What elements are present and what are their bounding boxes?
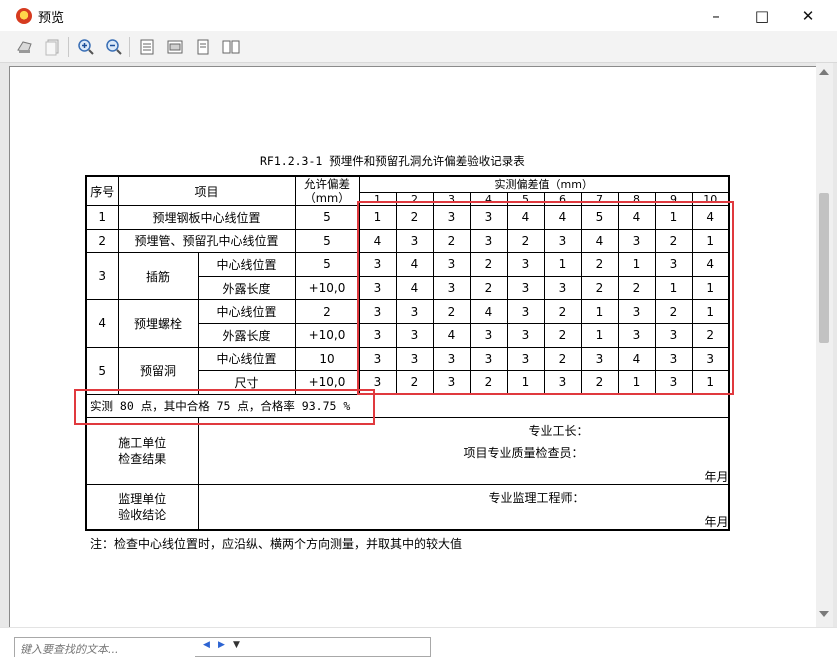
row-tolerance: +10,0 [294, 322, 360, 348]
title-bar: 预览 – □ ✕ [0, 0, 837, 31]
row-subitem: 中心线位置 [197, 299, 296, 324]
row-seq: 2 [85, 228, 119, 254]
maximize-button[interactable]: □ [739, 0, 785, 31]
row-item: 预埋螺栓 [117, 299, 199, 348]
find-options-icon[interactable]: ▼ [233, 640, 240, 650]
row-tolerance: 5 [294, 205, 360, 230]
header-tolerance-label: 允许偏差 [304, 177, 350, 191]
header-measured: 实测偏差值（mm） [358, 175, 730, 194]
fit-width-icon[interactable] [164, 36, 185, 57]
engineer-label: 专业监理工程师： [488, 491, 585, 506]
foreman-label: 专业工长： [528, 424, 589, 439]
footnote: 注：检查中心线位置时，应沿纵、横两个方向测量，并取其中的较大值 [90, 537, 463, 551]
copy-icon[interactable] [42, 36, 63, 57]
single-page-icon[interactable] [192, 36, 213, 57]
preview-area: RF1.2.3-1 预埋件和预留孔洞允许偏差验收记录表 序号 项目 允许偏差 （… [0, 63, 837, 630]
row-item: 插筋 [117, 252, 199, 301]
construction-signature: 专业工长： 项目专业质量检查员： 年月日 [197, 417, 730, 486]
supervision-label: 监理单位 验收结论 [85, 484, 199, 531]
find-next-icon[interactable]: ▶ [218, 640, 225, 650]
find-previous-icon[interactable]: ◀ [203, 640, 210, 650]
summary-highlight [74, 389, 375, 425]
row-tolerance: +10,0 [294, 275, 360, 301]
find-input[interactable] [15, 640, 195, 659]
vertical-scrollbar[interactable] [816, 63, 833, 627]
row-item: 预埋钢板中心线位置 [117, 205, 296, 230]
zoom-in-icon[interactable] [75, 36, 96, 57]
header-tolerance-unit: （mm） [304, 191, 350, 205]
row-item: 预留洞 [117, 346, 199, 395]
row-seq: 3 [85, 252, 119, 301]
supervision-label-line1: 监理单位 [118, 492, 167, 507]
header-tolerance: 允许偏差 （mm） [294, 175, 360, 206]
header-item: 项目 [117, 175, 296, 206]
zoom-out-icon[interactable] [103, 36, 124, 57]
toolbar-separator [129, 37, 130, 57]
find-box: ◀ ▶ ▼ [14, 637, 431, 659]
supervision-row: 监理单位验收结论 专业监理工程师： 年月日 [85, 484, 730, 531]
row-tolerance: 5 [294, 252, 360, 277]
supervision-signature: 专业监理工程师： 年月日 [197, 484, 730, 531]
row-seq: 5 [85, 346, 119, 395]
print-icon[interactable] [14, 36, 35, 57]
toolbar [0, 31, 837, 63]
row-subitem: 外露长度 [197, 322, 296, 348]
app-icon [16, 8, 32, 24]
construction-label-line1: 施工单位 [118, 436, 167, 451]
toolbar-separator [68, 37, 69, 57]
two-page-icon[interactable] [220, 36, 241, 57]
row-tolerance: 10 [294, 346, 360, 372]
window-title: 预览 [38, 11, 65, 26]
supervision-date: 年月日 [704, 515, 729, 530]
construction-date: 年月日 [704, 470, 729, 485]
fit-page-icon[interactable] [136, 36, 157, 57]
row-seq: 4 [85, 299, 119, 348]
find-bar: ◀ ▶ ▼ [0, 627, 837, 668]
row-subitem: 中心线位置 [197, 252, 296, 277]
construction-label: 施工单位 检查结果 [85, 417, 199, 486]
row-tolerance: 2 [294, 299, 360, 324]
construction-row: 施工单位检查结果 专业工长： 项目专业质量检查员： 年月日 [85, 417, 730, 486]
supervision-label-line2: 验收结论 [118, 508, 167, 523]
row-tolerance: 5 [294, 228, 360, 254]
row-subitem: 外露长度 [197, 275, 296, 301]
document-page: RF1.2.3-1 预埋件和预留孔洞允许偏差验收记录表 序号 项目 允许偏差 （… [9, 66, 817, 630]
scroll-down-arrow-icon[interactable] [819, 611, 829, 617]
close-button[interactable]: ✕ [785, 0, 831, 31]
row-item: 预埋管、预留孔中心线位置 [117, 228, 296, 254]
construction-label-line2: 检查结果 [118, 452, 167, 467]
header-seq: 序号 [85, 175, 119, 206]
measured-values-highlight [357, 201, 734, 395]
row-seq: 1 [85, 205, 119, 230]
scroll-up-arrow-icon[interactable] [819, 69, 829, 75]
minimize-button[interactable]: – [693, 0, 739, 31]
inspector-label: 项目专业质量检查员： [463, 446, 584, 461]
row-subitem: 中心线位置 [197, 346, 296, 372]
document-title: RF1.2.3-1 预埋件和预留孔洞允许偏差验收记录表 [260, 154, 525, 168]
scrollbar-thumb[interactable] [819, 193, 829, 343]
